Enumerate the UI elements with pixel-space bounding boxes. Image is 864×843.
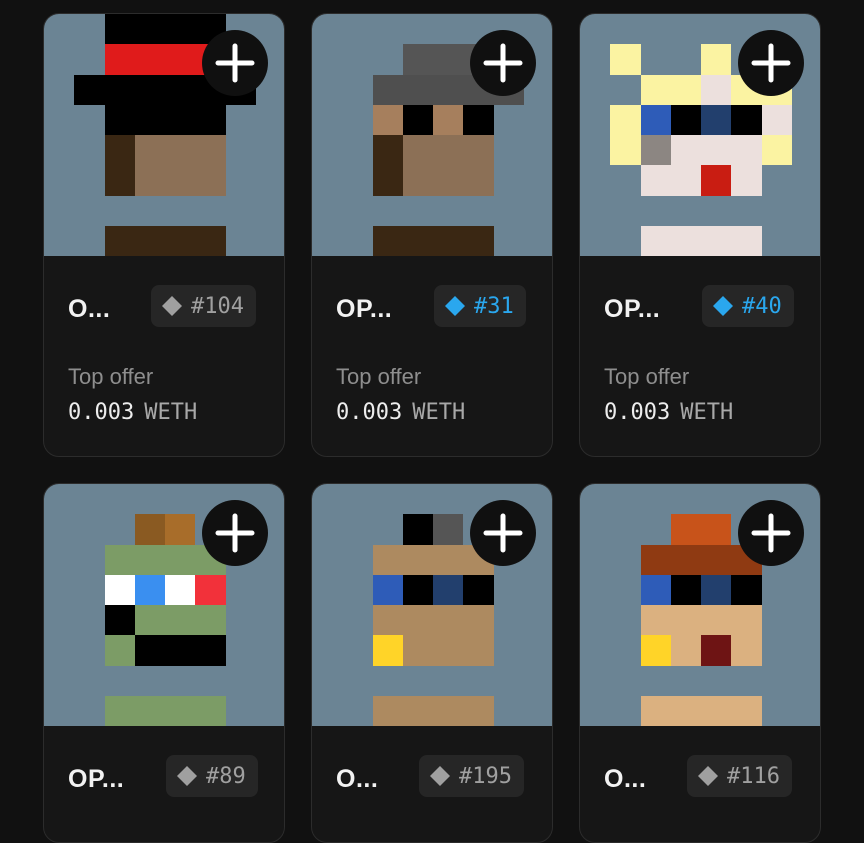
collection-name: O... xyxy=(68,295,111,323)
offer-label: Top offer xyxy=(604,364,690,389)
token-badge: #89 xyxy=(166,755,258,797)
token-badge: #195 xyxy=(419,755,524,797)
diamond-icon xyxy=(429,765,451,787)
offer-currency: WETH xyxy=(680,400,734,425)
token-badge: #116 xyxy=(687,755,792,797)
token-badge: #104 xyxy=(151,285,256,327)
nft-card-3[interactable]: OP... #40 Top offer 0.003 WETH xyxy=(579,13,821,457)
collection-name: OP... xyxy=(68,765,125,793)
plus-icon xyxy=(215,43,255,83)
collection-name: O... xyxy=(336,765,379,793)
nft-card-6[interactable]: O... #116 xyxy=(579,483,821,843)
add-to-cart-button[interactable] xyxy=(202,30,268,96)
offer-value: 0.003 WETH xyxy=(604,400,733,425)
offer-value: 0.003 WETH xyxy=(336,400,465,425)
token-id: #195 xyxy=(459,763,512,789)
token-id: #31 xyxy=(474,293,514,319)
collection-name: OP... xyxy=(336,295,393,323)
add-to-cart-button[interactable] xyxy=(202,500,268,566)
token-badge: #40 xyxy=(702,285,794,327)
nft-card-2[interactable]: OP... #31 Top offer 0.003 WETH xyxy=(311,13,553,457)
add-to-cart-button[interactable] xyxy=(738,500,804,566)
add-to-cart-button[interactable] xyxy=(738,30,804,96)
offer-amount: 0.003 xyxy=(336,400,403,425)
plus-icon xyxy=(215,513,255,553)
plus-icon xyxy=(483,43,523,83)
add-to-cart-button[interactable] xyxy=(470,30,536,96)
nft-card-5[interactable]: O... #195 xyxy=(311,483,553,843)
token-id: #40 xyxy=(742,293,782,319)
token-id: #89 xyxy=(206,763,246,789)
collection-name: OP... xyxy=(604,295,661,323)
offer-currency: WETH xyxy=(412,400,466,425)
offer-amount: 0.003 xyxy=(68,400,135,425)
plus-icon xyxy=(751,513,791,553)
diamond-icon xyxy=(161,295,183,317)
offer-value: 0.003 WETH xyxy=(68,400,197,425)
diamond-icon xyxy=(712,295,734,317)
offer-label: Top offer xyxy=(336,364,422,389)
add-to-cart-button[interactable] xyxy=(470,500,536,566)
nft-card-1[interactable]: O... #104 Top offer 0.003 WETH xyxy=(43,13,285,457)
nft-card-4[interactable]: OP... #89 xyxy=(43,483,285,843)
plus-icon xyxy=(483,513,523,553)
offer-label: Top offer xyxy=(68,364,154,389)
diamond-icon xyxy=(697,765,719,787)
token-id: #116 xyxy=(727,763,780,789)
diamond-icon xyxy=(444,295,466,317)
offer-currency: WETH xyxy=(144,400,198,425)
offer-amount: 0.003 xyxy=(604,400,671,425)
diamond-icon xyxy=(176,765,198,787)
token-id: #104 xyxy=(191,293,244,319)
token-badge: #31 xyxy=(434,285,526,327)
collection-name: O... xyxy=(604,765,647,793)
plus-icon xyxy=(751,43,791,83)
